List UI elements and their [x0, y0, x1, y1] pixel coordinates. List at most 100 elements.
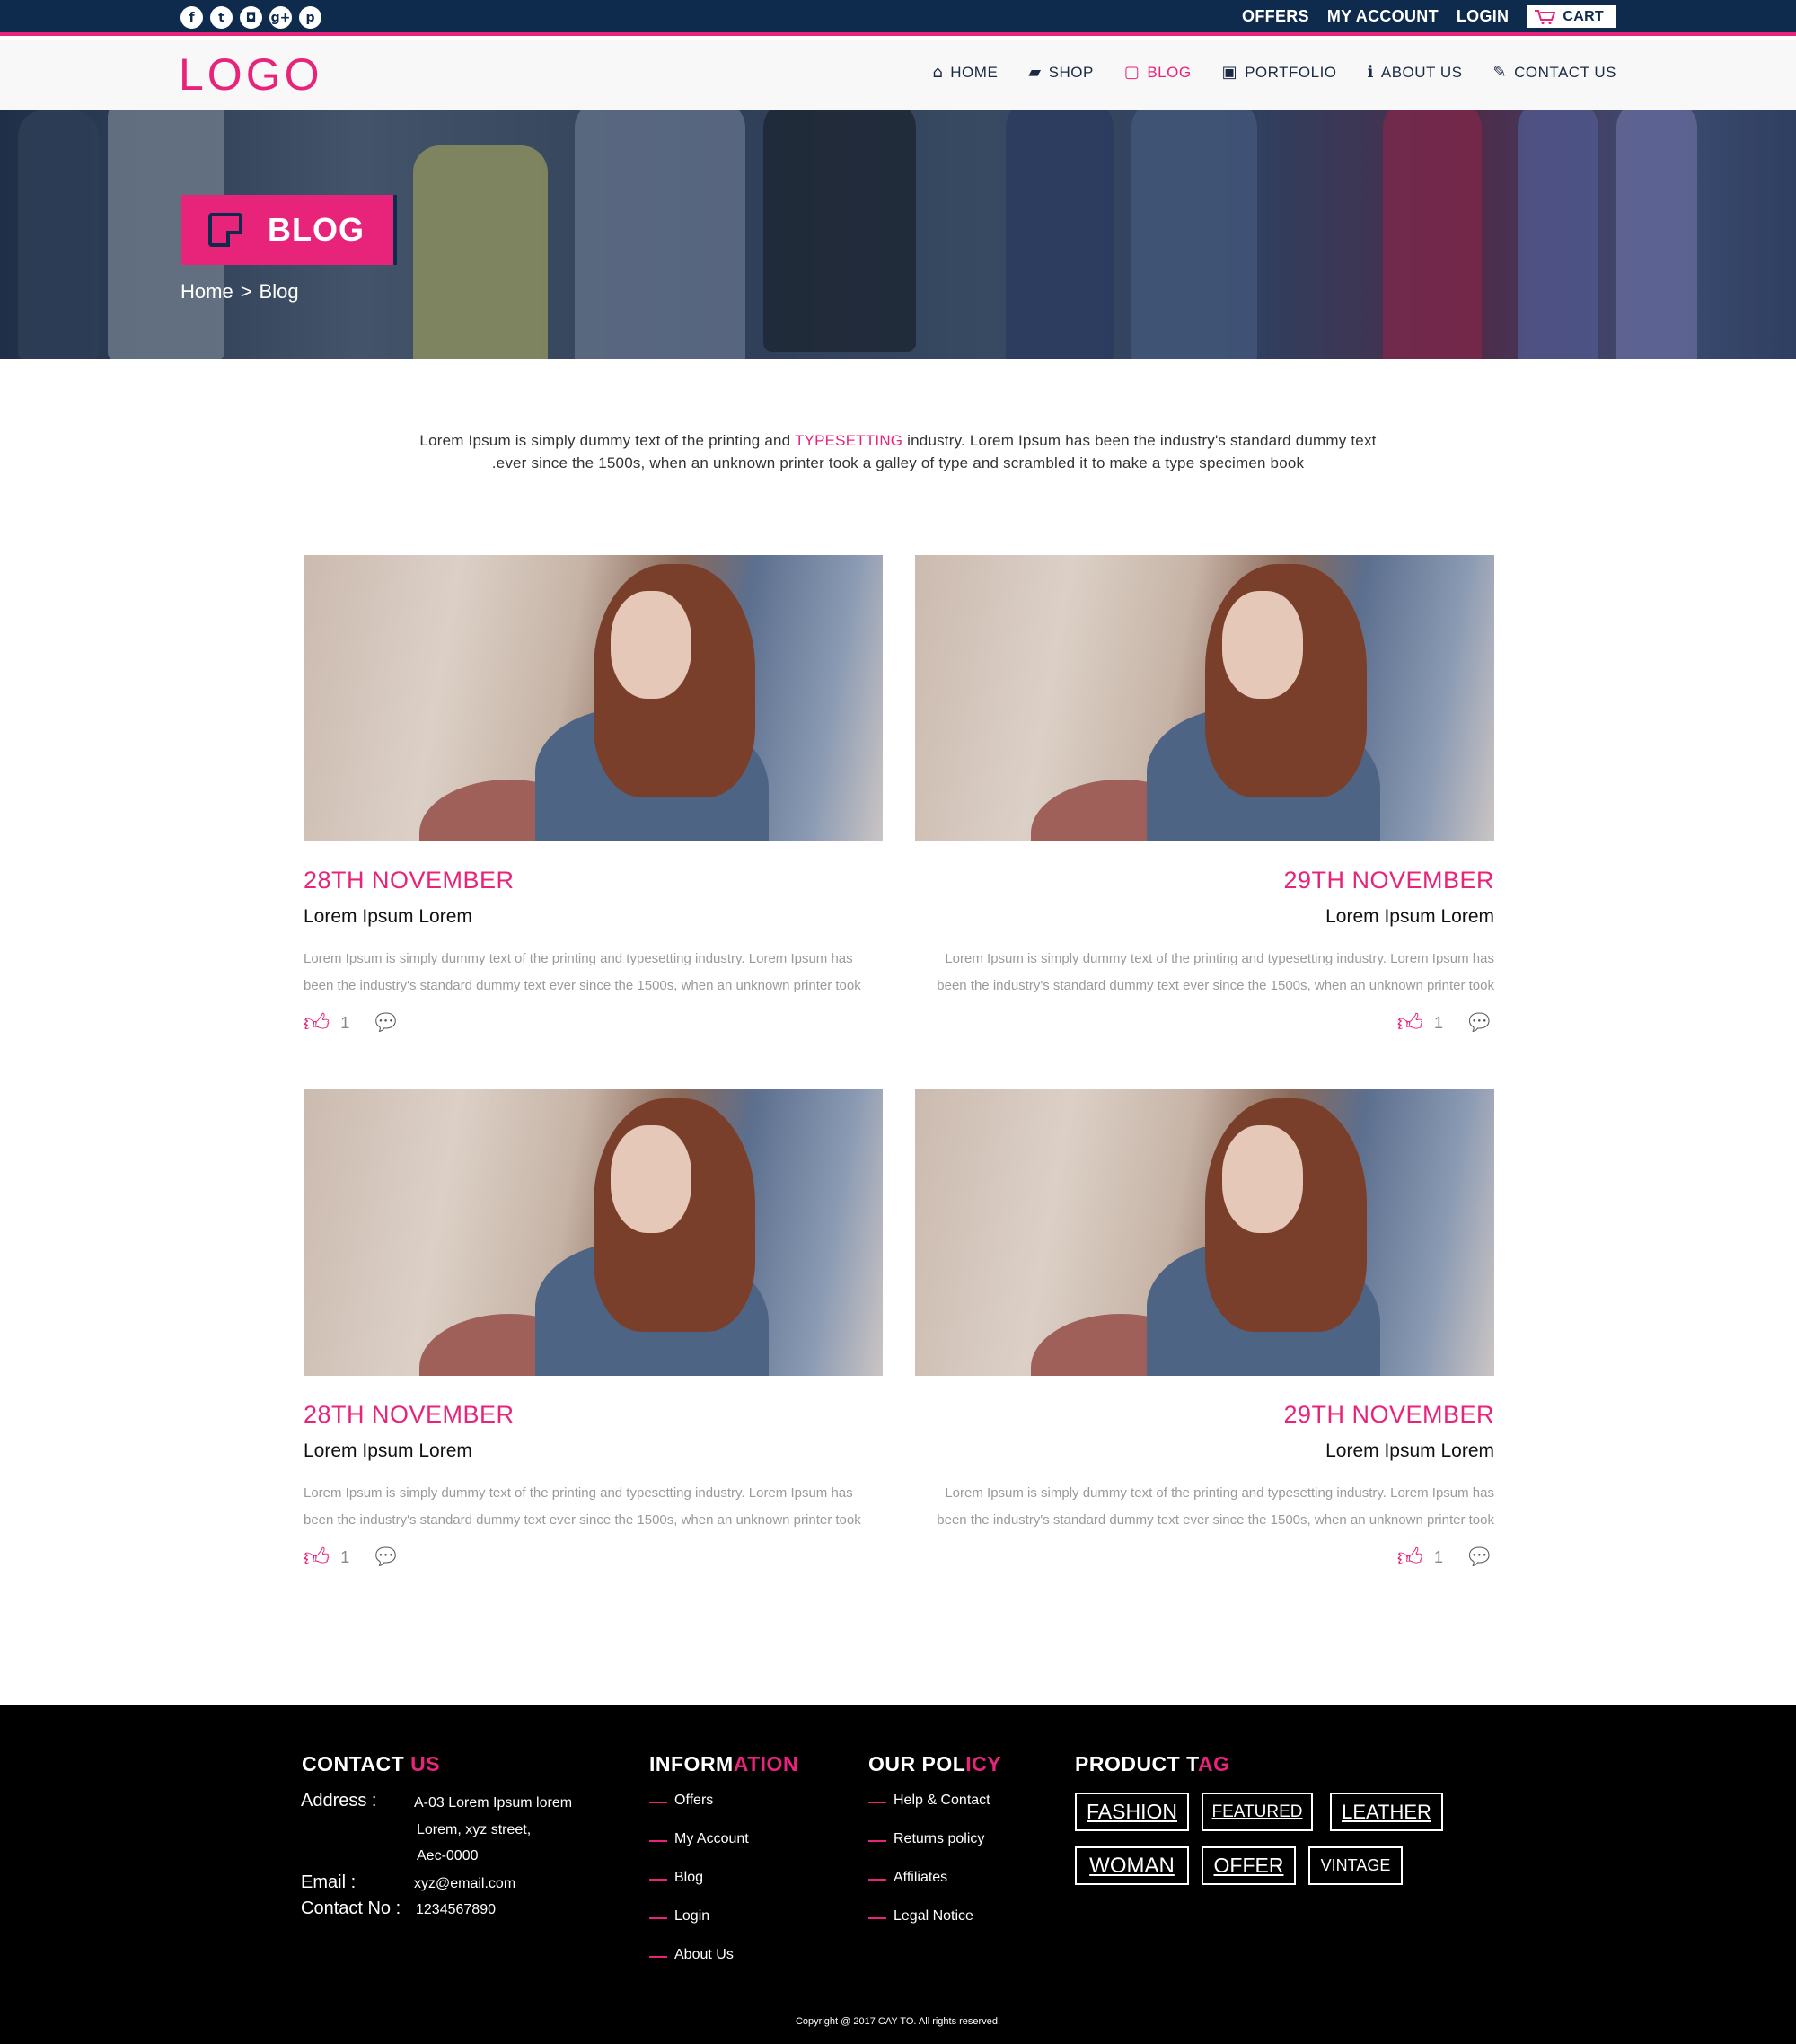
- breadcrumb-home[interactable]: Home: [180, 280, 233, 304]
- post-title[interactable]: Lorem Ipsum Lorem: [915, 906, 1494, 928]
- footer-link-blog[interactable]: Blog: [649, 1870, 749, 1908]
- thumbs-up-icon[interactable]: 👍︎: [1397, 1545, 1423, 1570]
- post-excerpt-line: Lorem Ipsum is simply dummy text of the …: [945, 1485, 1494, 1501]
- google-plus-icon[interactable]: g+: [269, 6, 292, 29]
- email-value[interactable]: xyz@email.com: [414, 1876, 515, 1892]
- main-nav: ⌂ HOME ▰ SHOP ▢ BLOG ▣ PORTFOLIO ℹ ABOUT…: [932, 64, 1616, 82]
- post-excerpt-line: Lorem Ipsum is simply dummy text of the …: [945, 951, 1494, 966]
- post-image-figure: [610, 1125, 691, 1233]
- post-title[interactable]: Lorem Ipsum Lorem: [915, 1440, 1494, 1462]
- site-logo[interactable]: LOGO: [179, 48, 322, 101]
- post-excerpt-line: been the industry's standard dummy text …: [304, 978, 861, 993]
- twitter-icon[interactable]: t: [210, 6, 233, 29]
- footer-heading-part: CONTACT: [302, 1752, 411, 1775]
- nav-portfolio-label: PORTFOLIO: [1245, 64, 1337, 81]
- post-title[interactable]: Lorem Ipsum Lorem: [304, 906, 883, 928]
- post-image-figure: [1221, 1125, 1303, 1233]
- intro-highlight: TYPESETTING: [794, 432, 903, 449]
- top-links: OFFERS MY ACCOUNT LOGIN CART: [1242, 5, 1616, 28]
- post-date: 29TH NOVEMBER: [1283, 1401, 1494, 1428]
- post-meta: 👍︎ 1 💬︎: [304, 1545, 883, 1570]
- post-meta: 👍︎ 1 💬︎: [304, 1010, 883, 1035]
- post-excerpt: Lorem Ipsum is simply dummy text of the …: [915, 1480, 1494, 1534]
- offers-link[interactable]: OFFERS: [1242, 7, 1309, 26]
- cart-label: CART: [1563, 8, 1604, 24]
- cart-icon: [1535, 9, 1556, 24]
- footer-link-help-contact[interactable]: Help & Contact: [868, 1793, 990, 1831]
- nav-about[interactable]: ℹ ABOUT US: [1368, 64, 1463, 82]
- post-image[interactable]: [915, 1089, 1494, 1376]
- like-count: 1: [340, 1547, 350, 1566]
- image-icon: ▣: [1221, 63, 1238, 82]
- tag-offer[interactable]: OFFER: [1202, 1846, 1296, 1885]
- nav-blog[interactable]: ▢ BLOG: [1124, 64, 1192, 82]
- nav-portfolio[interactable]: ▣ PORTFOLIO: [1222, 64, 1337, 82]
- thumbs-up-icon[interactable]: 👍︎: [304, 1545, 330, 1570]
- note-icon: [208, 213, 242, 247]
- footer-heading-part: PRODUCT T: [1075, 1752, 1198, 1775]
- like-count: 1: [1433, 1547, 1443, 1566]
- footer-policy-heading: OUR POLICY: [868, 1752, 1001, 1776]
- blog-post: 29TH NOVEMBER Lorem Ipsum Lorem Lorem Ip…: [915, 1089, 1494, 1570]
- home-icon: ⌂: [932, 63, 944, 82]
- post-image[interactable]: [915, 555, 1494, 841]
- comment-icon[interactable]: 💬︎: [1465, 1011, 1494, 1035]
- login-link[interactable]: LOGIN: [1457, 7, 1510, 26]
- instagram-icon[interactable]: ◘: [240, 6, 262, 29]
- nav-shop[interactable]: ▰ SHOP: [1028, 64, 1094, 82]
- post-excerpt: Lorem Ipsum is simply dummy text of the …: [915, 946, 1494, 1000]
- footer-link-offers[interactable]: Offers: [649, 1793, 749, 1831]
- tag-woman[interactable]: WOMAN: [1075, 1846, 1189, 1885]
- footer-information-list: Offers My Account Blog Login About Us: [649, 1793, 749, 1986]
- nav-shop-label: SHOP: [1048, 64, 1094, 81]
- post-image-figure: [1221, 591, 1303, 699]
- like-count: 1: [1433, 1013, 1443, 1032]
- comment-icon[interactable]: 💬︎: [371, 1011, 401, 1035]
- footer-link-login[interactable]: Login: [649, 1908, 749, 1947]
- nav-blog-label: BLOG: [1147, 64, 1192, 81]
- post-date: 29TH NOVEMBER: [1283, 867, 1494, 894]
- shop-icon: ▰: [1028, 63, 1042, 82]
- comment-icon[interactable]: 💬︎: [1465, 1546, 1494, 1569]
- thumbs-up-icon[interactable]: 👍︎: [304, 1010, 330, 1035]
- tag-featured[interactable]: FEATURED: [1202, 1793, 1313, 1831]
- footer-tags-heading: PRODUCT TAG: [1075, 1752, 1229, 1776]
- footer-link-affiliates[interactable]: Affiliates: [868, 1870, 990, 1908]
- post-excerpt-line: Lorem Ipsum is simply dummy text of the …: [304, 951, 853, 966]
- tag-vintage[interactable]: VINTAGE: [1308, 1846, 1403, 1885]
- intro-line2: .ever since the 1500s, when an unknown p…: [491, 454, 1305, 471]
- my-account-link[interactable]: MY ACCOUNT: [1327, 7, 1439, 26]
- post-date: 28TH NOVEMBER: [304, 867, 515, 894]
- post-image[interactable]: [304, 1089, 883, 1376]
- footer-information-heading: INFORMATION: [649, 1752, 798, 1776]
- footer-heading-accent: US: [410, 1752, 441, 1775]
- post-title[interactable]: Lorem Ipsum Lorem: [304, 1440, 883, 1462]
- post-excerpt-line: been the industry's standard dummy text …: [937, 1512, 1494, 1528]
- page-title: BLOG: [268, 211, 365, 248]
- facebook-icon[interactable]: f: [180, 6, 203, 29]
- footer-heading-part: INFORM: [649, 1752, 734, 1775]
- footer-heading-accent: ICY: [965, 1752, 1002, 1775]
- nav-home[interactable]: ⌂ HOME: [932, 64, 998, 82]
- intro-text: Lorem Ipsum is simply dummy text of the …: [359, 429, 1437, 474]
- thumbs-up-icon[interactable]: 👍︎: [1397, 1010, 1423, 1035]
- comment-icon[interactable]: 💬︎: [371, 1546, 401, 1569]
- pinterest-icon[interactable]: p: [299, 6, 321, 29]
- tag-leather[interactable]: LEATHER: [1330, 1793, 1443, 1831]
- site-header: LOGO ⌂ HOME ▰ SHOP ▢ BLOG ▣ PORTFOLIO ℹ …: [0, 40, 1796, 110]
- post-image[interactable]: [304, 555, 883, 841]
- footer-contact-heading: CONTACT US: [302, 1752, 440, 1776]
- footer-link-legal-notice[interactable]: Legal Notice: [868, 1908, 990, 1947]
- page-title-badge: BLOG: [181, 195, 397, 265]
- nav-contact[interactable]: ✎ CONTACT US: [1492, 64, 1616, 82]
- address-line: Lorem, xyz street,: [417, 1822, 532, 1837]
- tag-fashion[interactable]: FASHION: [1075, 1793, 1189, 1831]
- footer-link-about-us[interactable]: About Us: [649, 1947, 749, 1986]
- footer-heading-part: OUR POL: [868, 1752, 966, 1775]
- email-label: Email :: [301, 1872, 357, 1892]
- footer-link-my-account[interactable]: My Account: [649, 1831, 749, 1870]
- breadcrumb-current: Blog: [259, 280, 299, 303]
- cart-button[interactable]: CART: [1527, 5, 1616, 28]
- footer-link-returns-policy[interactable]: Returns policy: [868, 1831, 990, 1870]
- address-line: Aec-0000: [417, 1848, 479, 1863]
